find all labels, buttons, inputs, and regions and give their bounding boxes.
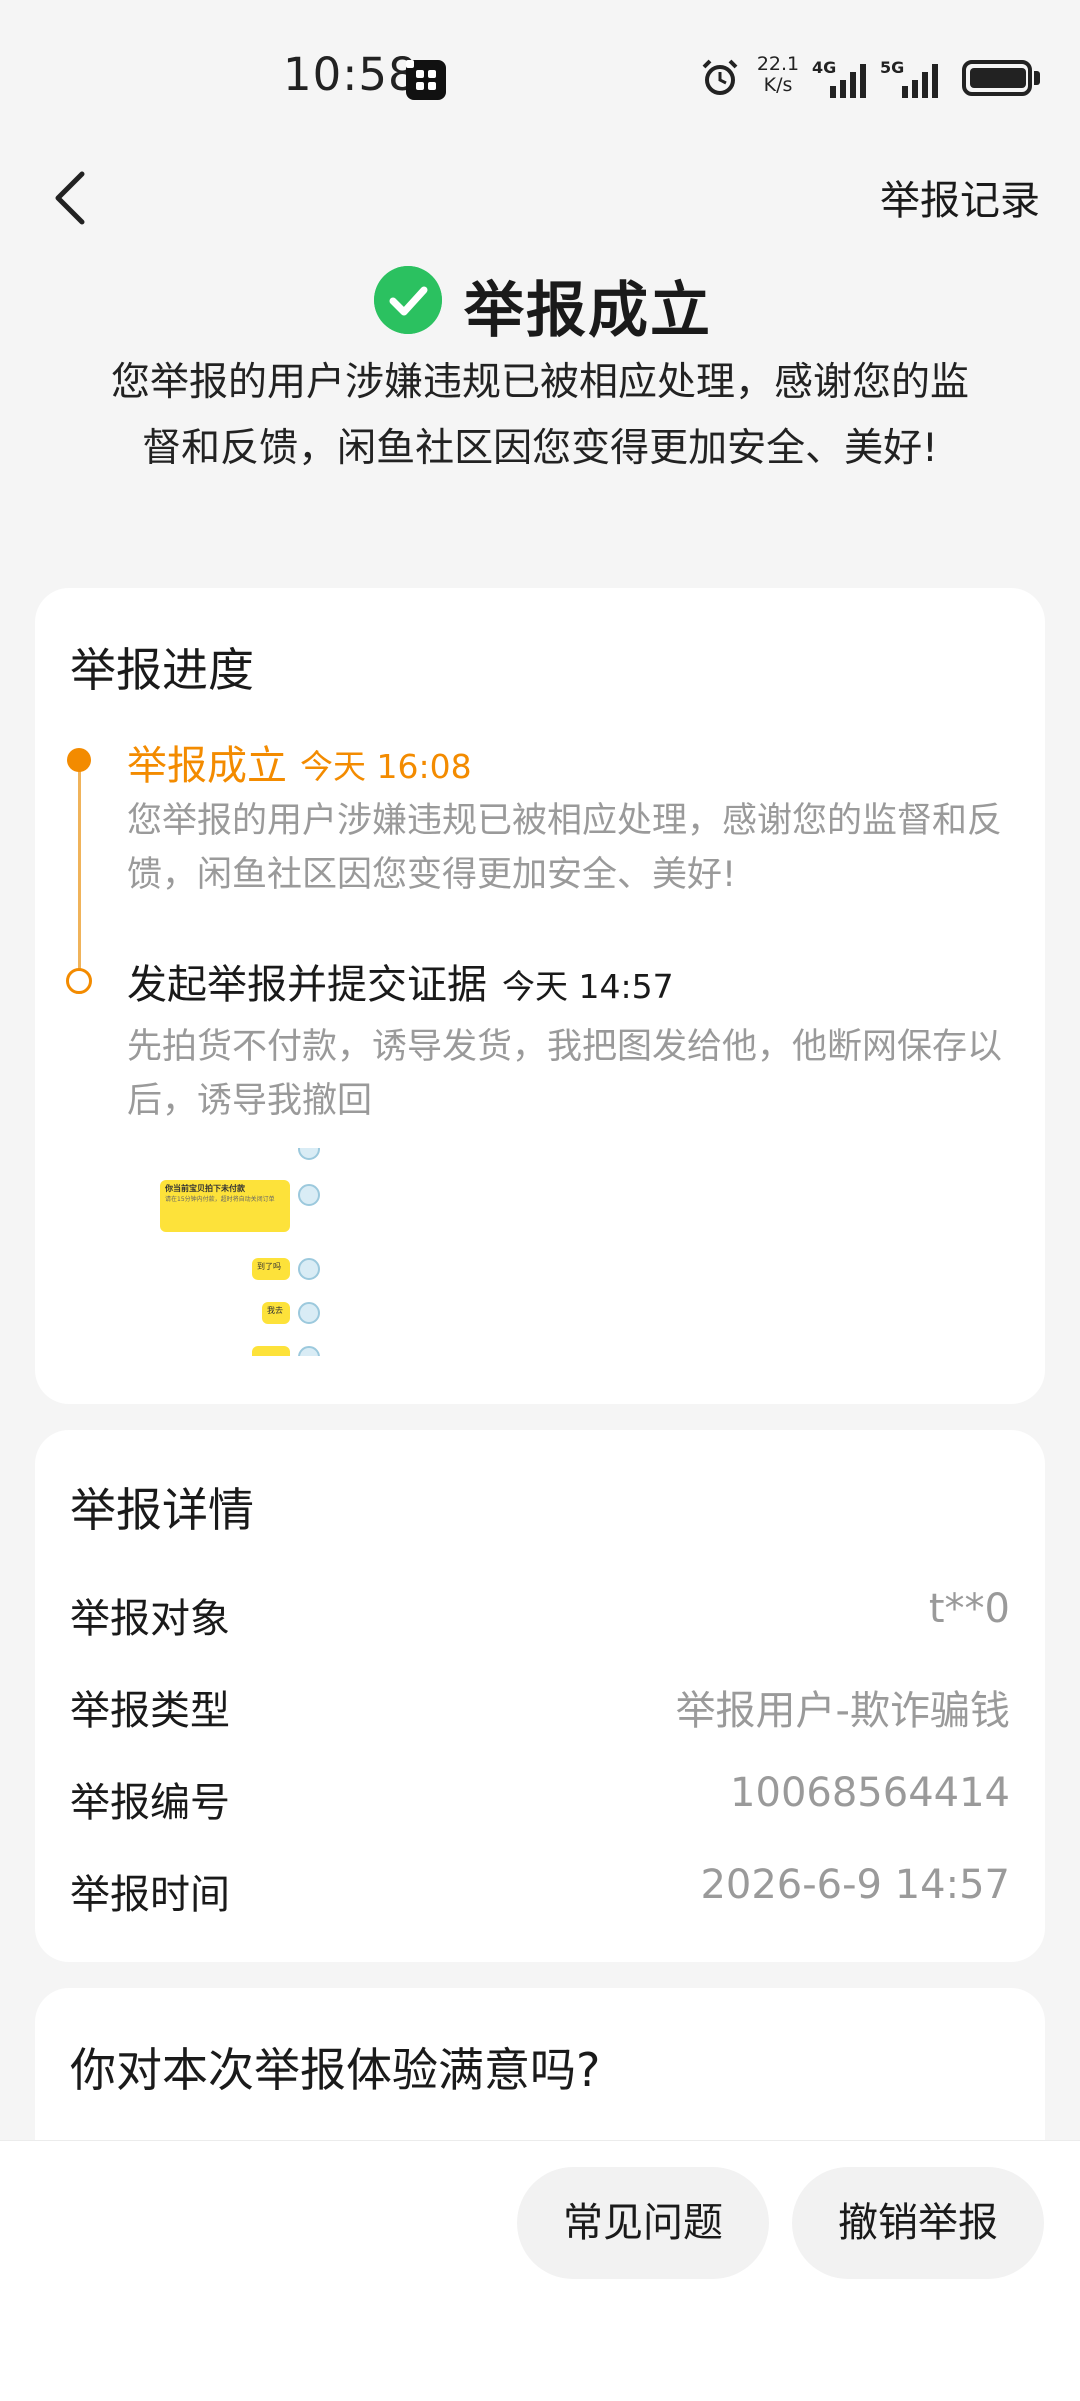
detail-value: 2026-6-9 14:57 — [700, 1862, 1010, 1908]
detail-value: 举报用户-欺诈骗钱 — [675, 1688, 1010, 1734]
timeline-step-body: 您举报的用户涉嫌违规已被相应处理，感谢您的监督和反馈，闲鱼社区因您变得更加安全、… — [127, 801, 1003, 895]
timeline-line — [78, 760, 81, 978]
alarm-icon — [702, 59, 738, 95]
timeline-step-body: 先拍货不付款，诱导发货，我把图发给他，他断网保存以后，诱导我撤回 — [127, 1027, 1003, 1121]
result-description: 您举报的用户涉嫌违规已被相应处理，感谢您的监督和反馈，闲鱼社区因您变得更加安全、… — [110, 360, 969, 471]
detail-value: t**0 — [928, 1586, 1010, 1632]
detail-value: 10068564414 — [730, 1770, 1010, 1816]
battery-tip — [1034, 71, 1040, 85]
survey-title: 你对本次举报体验满意吗? — [70, 2043, 601, 2097]
chat-bubble: 我去 — [262, 1302, 290, 1324]
back-arrow-icon[interactable] — [48, 168, 92, 228]
timeline-step-time: 今天 14:57 — [502, 967, 674, 1006]
faq-button[interactable]: 常见问题 — [517, 2167, 769, 2279]
progress-title: 举报进度 — [70, 643, 254, 697]
timeline-step-title: 发起举报并提交证据 — [127, 962, 487, 1008]
timeline-dot — [66, 968, 92, 994]
detail-label: 举报编号 — [70, 1780, 230, 1826]
battery-icon — [962, 60, 1032, 96]
result-title: 举报成立 — [464, 276, 712, 346]
app-notification-icon — [406, 60, 446, 100]
signal-5g-icon: 5G — [880, 58, 950, 98]
revoke-report-button[interactable]: 撤销举报 — [792, 2167, 1044, 2279]
detail-label: 举报对象 — [70, 1596, 230, 1642]
chat-avatar — [298, 1184, 320, 1206]
chat-bubble — [252, 1346, 290, 1356]
signal-4g-icon: 4G — [812, 58, 870, 98]
details-title: 举报详情 — [70, 1483, 254, 1537]
chat-bubble: 你当前宝贝拍下未付款 请在15分钟内付款，超时将自动关闭订单 — [160, 1180, 290, 1232]
status-time: 10:58 — [283, 48, 418, 101]
detail-label: 举报时间 — [70, 1872, 230, 1918]
evidence-screenshot[interactable]: 你当前宝贝拍下未付款 请在15分钟内付款，超时将自动关闭订单 到了吗 我去 — [150, 1148, 330, 1356]
success-check-icon — [374, 266, 442, 334]
chat-bubble: 到了吗 — [252, 1258, 290, 1280]
chat-avatar — [298, 1148, 320, 1160]
timeline-step-title: 举报成立 — [127, 743, 287, 789]
report-records-link[interactable]: 举报记录 — [880, 168, 1040, 226]
timeline-step-time: 今天 16:08 — [300, 747, 472, 786]
timeline-dot-active — [67, 748, 91, 772]
network-speed: 22.1 K/s — [756, 53, 800, 96]
chat-avatar — [298, 1346, 320, 1356]
chat-avatar — [298, 1258, 320, 1280]
detail-label: 举报类型 — [70, 1688, 230, 1734]
chat-avatar — [298, 1302, 320, 1324]
